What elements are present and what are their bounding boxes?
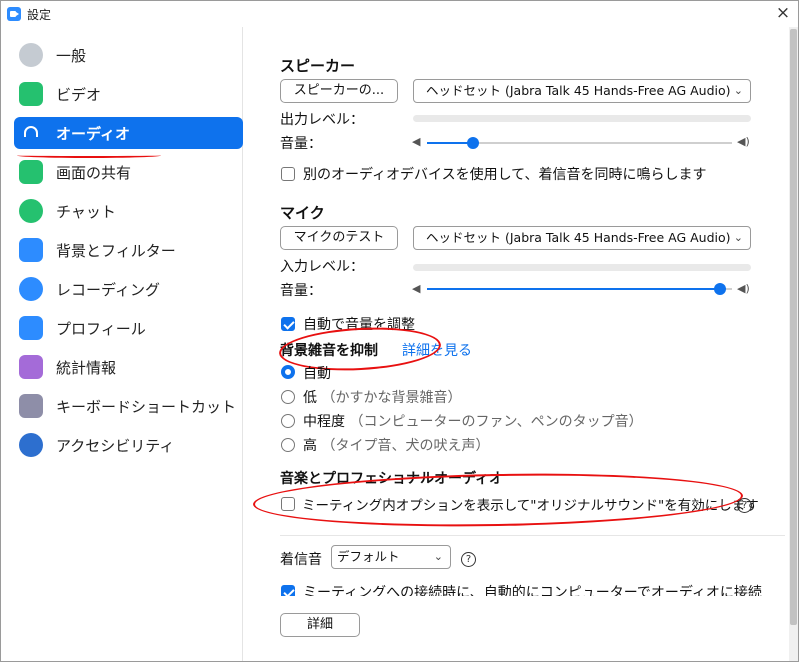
video-icon: [19, 82, 43, 106]
sidebar-item-label: 画面の共有: [56, 164, 132, 182]
mic-volume-label: 音量：: [280, 283, 322, 299]
sidebar-item-general[interactable]: 一般: [14, 39, 243, 71]
chevron-down-icon: ⌄: [733, 231, 743, 244]
speaker-device-select[interactable]: ヘッドセット (Jabra Talk 45 Hands-Free AG Audi…: [413, 79, 751, 103]
background-icon: [19, 238, 43, 262]
sidebar-item-label: レコーディング: [56, 281, 160, 299]
zoom-app-icon: [7, 7, 21, 21]
noise-option-low-label: 低 （かすかな背景雑音）: [303, 387, 461, 407]
sidebar-item-label: チャット: [56, 203, 116, 221]
mic-heading: マイク: [280, 204, 325, 222]
section-divider: [280, 535, 785, 536]
volume-low-icon: ◀: [412, 282, 421, 295]
input-level-meter: [413, 264, 751, 271]
speaker-volume-label: 音量：: [280, 136, 322, 152]
red-underline-annotation: [17, 153, 161, 158]
speaker-volume-handle[interactable]: [466, 137, 479, 149]
scrollbar[interactable]: [789, 27, 798, 661]
volume-low-icon: ◀: [412, 135, 421, 148]
audio-settings-panel: スピーカー スピーカーの... ヘッドセット (Jabra Talk 45 Ha…: [243, 27, 798, 661]
noise-option-medium-radio[interactable]: [281, 414, 295, 428]
separate-device-checkbox[interactable]: [281, 167, 295, 181]
mic-device-select[interactable]: ヘッドセット (Jabra Talk 45 Hands-Free AG Audi…: [413, 226, 751, 250]
settings-window: 設定 × 一般 ビデオ オーディオ 画面の共有 チャット 背景とフィルター レコ…: [0, 0, 799, 662]
noise-option-low-radio[interactable]: [281, 390, 295, 404]
output-level-label: 出力レベル：: [280, 112, 364, 128]
auto-volume-checkbox[interactable]: [281, 317, 295, 331]
option-label: 中程度: [303, 414, 345, 430]
speaker-volume-fill: [427, 142, 473, 144]
statistics-icon: [19, 355, 43, 379]
noise-option-high-radio[interactable]: [281, 438, 295, 452]
sidebar-item-keyboard-shortcuts[interactable]: キーボードショートカット: [14, 390, 243, 422]
volume-high-icon: ◀): [737, 135, 750, 148]
profile-icon: [19, 316, 43, 340]
mic-volume-fill: [427, 288, 720, 290]
output-level-meter: [413, 115, 751, 122]
mic-test-button[interactable]: マイクのテスト: [280, 226, 398, 250]
headphones-icon: [19, 121, 43, 145]
mic-device-value: ヘッドセット (Jabra Talk 45 Hands-Free AG Audi…: [426, 230, 731, 245]
auto-join-label: ミーティングへの接続時に、自動的にコンピューターでオーディオに接続: [303, 585, 762, 596]
scrollbar-thumb[interactable]: [790, 29, 797, 625]
accessibility-icon: [19, 433, 43, 457]
share-screen-icon: [19, 160, 43, 184]
sidebar-item-label: プロフィール: [56, 320, 146, 338]
option-hint: （タイプ音、犬の吠え声）: [321, 438, 490, 454]
speaker-device-value: ヘッドセット (Jabra Talk 45 Hands-Free AG Audi…: [426, 83, 731, 98]
option-hint: （コンピューターのファン、ペンのタップ音）: [349, 414, 643, 430]
title-bar: 設定 ×: [1, 1, 798, 27]
mic-volume-slider[interactable]: [427, 283, 732, 295]
auto-join-row-clipped: ミーティングへの接続時に、自動的にコンピューターでオーディオに接続: [243, 579, 798, 596]
speaker-test-button[interactable]: スピーカーの...: [280, 79, 398, 103]
sidebar-item-label: 背景とフィルター: [56, 242, 176, 260]
sidebar-item-label: 統計情報: [56, 359, 117, 377]
noise-option-auto-radio[interactable]: [281, 365, 295, 379]
ringtone-value: デフォルト: [337, 549, 400, 564]
sidebar-item-label: ビデオ: [56, 86, 102, 104]
sidebar-item-label: オーディオ: [56, 125, 130, 143]
sidebar-item-video[interactable]: ビデオ: [14, 78, 243, 110]
sidebar-item-label: アクセシビリティ: [56, 437, 175, 455]
sidebar-item-label: 一般: [56, 47, 87, 65]
noise-option-auto-label: 自動: [303, 366, 331, 382]
sidebar-item-audio[interactable]: オーディオ: [14, 117, 243, 149]
sidebar-item-accessibility[interactable]: アクセシビリティ: [14, 429, 243, 461]
speaker-volume-slider[interactable]: [427, 137, 732, 149]
option-label: 低: [303, 390, 317, 406]
option-label: 高: [303, 438, 317, 454]
sidebar-item-label: キーボードショートカット: [56, 398, 237, 416]
sidebar-item-recording[interactable]: レコーディング: [14, 273, 243, 305]
ringtone-select[interactable]: デフォルト ⌄: [331, 545, 451, 569]
chat-icon: [19, 199, 43, 223]
help-icon[interactable]: ?: [461, 552, 476, 567]
option-hint: （かすかな背景雑音）: [321, 390, 462, 406]
sidebar-item-share-screen[interactable]: 画面の共有: [14, 156, 243, 188]
sidebar-item-background[interactable]: 背景とフィルター: [14, 234, 243, 266]
sidebar-item-profile[interactable]: プロフィール: [14, 312, 243, 344]
gear-icon: [19, 43, 43, 67]
sidebar-item-statistics[interactable]: 統計情報: [14, 351, 243, 383]
auto-join-checkbox[interactable]: [281, 585, 295, 596]
chevron-down-icon: ⌄: [733, 84, 743, 97]
mic-volume-handle[interactable]: [713, 283, 726, 295]
volume-high-icon: ◀): [737, 282, 750, 295]
noise-option-medium-label: 中程度 （コンピューターのファン、ペンのタップ音）: [303, 411, 643, 431]
close-button[interactable]: ×: [773, 3, 793, 23]
chevron-down-icon: ⌄: [433, 550, 443, 563]
noise-option-high-label: 高 （タイプ音、犬の吠え声）: [303, 435, 489, 455]
record-icon: [19, 277, 43, 301]
input-level-label: 入力レベル：: [280, 259, 364, 275]
details-button[interactable]: 詳細: [280, 613, 360, 637]
keyboard-icon: [19, 394, 43, 418]
separate-device-label: 別のオーディオデバイスを使用して、着信音を同時に鳴らします: [303, 167, 707, 183]
speaker-heading: スピーカー: [280, 57, 356, 75]
sidebar-item-chat[interactable]: チャット: [14, 195, 243, 227]
sidebar: 一般 ビデオ オーディオ 画面の共有 チャット 背景とフィルター レコーディング: [1, 27, 243, 661]
window-title: 設定: [27, 8, 52, 22]
ringtone-label: 着信音: [280, 552, 322, 568]
